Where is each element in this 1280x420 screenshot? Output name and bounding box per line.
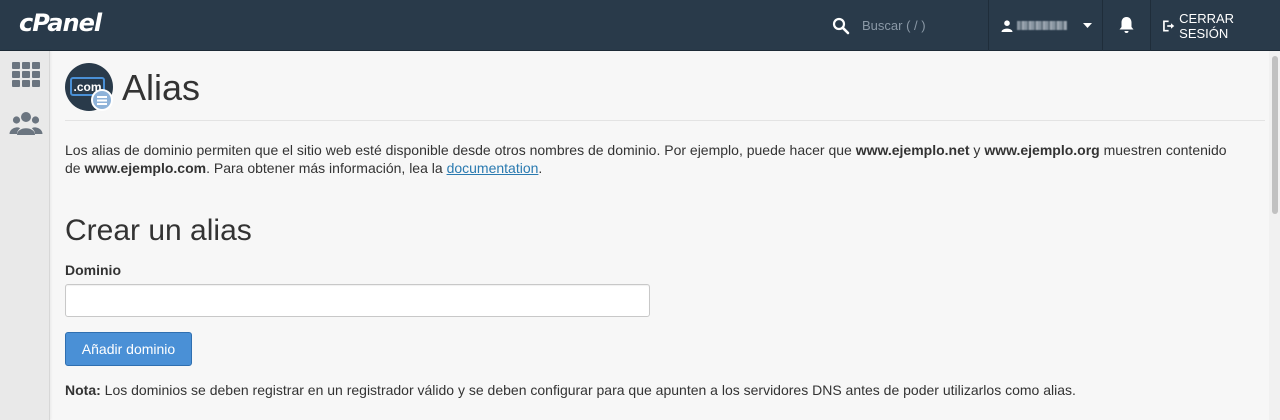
cpanel-logo[interactable]: cPanel [19,9,102,37]
documentation-link[interactable]: documentation [447,160,539,176]
logout-label: CERRAR SESIÓN [1179,10,1235,41]
main-content: .com Alias Los alias de dominio permiten… [65,51,1265,420]
page-title: Alias [122,67,201,108]
page-description: Los alias de dominio permiten que el sit… [65,141,1245,177]
description-text: . [538,160,543,176]
note-body: Los dominios se deben registrar en un re… [100,382,1076,398]
example-domain: www.ejemplo.net [855,142,970,158]
note-text: Nota: Los dominios se deben registrar en… [65,382,1076,398]
search-icon [832,17,850,34]
note-label: Nota: [65,382,101,398]
search-input[interactable] [860,17,970,34]
apps-grid-icon [12,62,40,87]
navbar-divider [988,0,989,51]
user-icon [1001,19,1013,32]
sidebar [0,51,50,420]
domain-alias-icon: .com [65,63,113,111]
chevron-down-icon [1083,22,1092,28]
sign-out-icon [1163,19,1175,32]
top-navbar: cPanel CERRAR SESIÓN [0,0,1280,51]
user-menu[interactable] [1001,0,1101,51]
sidebar-item-users[interactable] [9,109,43,139]
logout-button[interactable]: CERRAR SESIÓN [1163,0,1280,51]
description-text: Los alias de dominio permiten que el sit… [65,142,856,158]
username-redacted [1017,21,1067,30]
users-icon [9,112,43,135]
example-domain: www.ejemplo.com [84,160,207,176]
sidebar-item-home[interactable] [9,60,43,90]
add-domain-button[interactable]: Añadir dominio [65,332,192,366]
page-header: .com Alias [65,63,1265,121]
bell-icon[interactable] [1118,16,1135,34]
description-text: y [969,142,985,158]
domain-input[interactable] [65,284,650,317]
search-box[interactable] [832,0,982,51]
navbar-divider [1150,0,1151,51]
description-text: . Para obtener más información, lea la [206,160,447,176]
section-title: Crear un alias [65,214,252,247]
example-domain: www.ejemplo.org [984,142,1100,158]
domain-label: Dominio [65,262,121,278]
navbar-divider [1102,0,1103,51]
scrollbar-thumb[interactable] [1272,56,1278,214]
